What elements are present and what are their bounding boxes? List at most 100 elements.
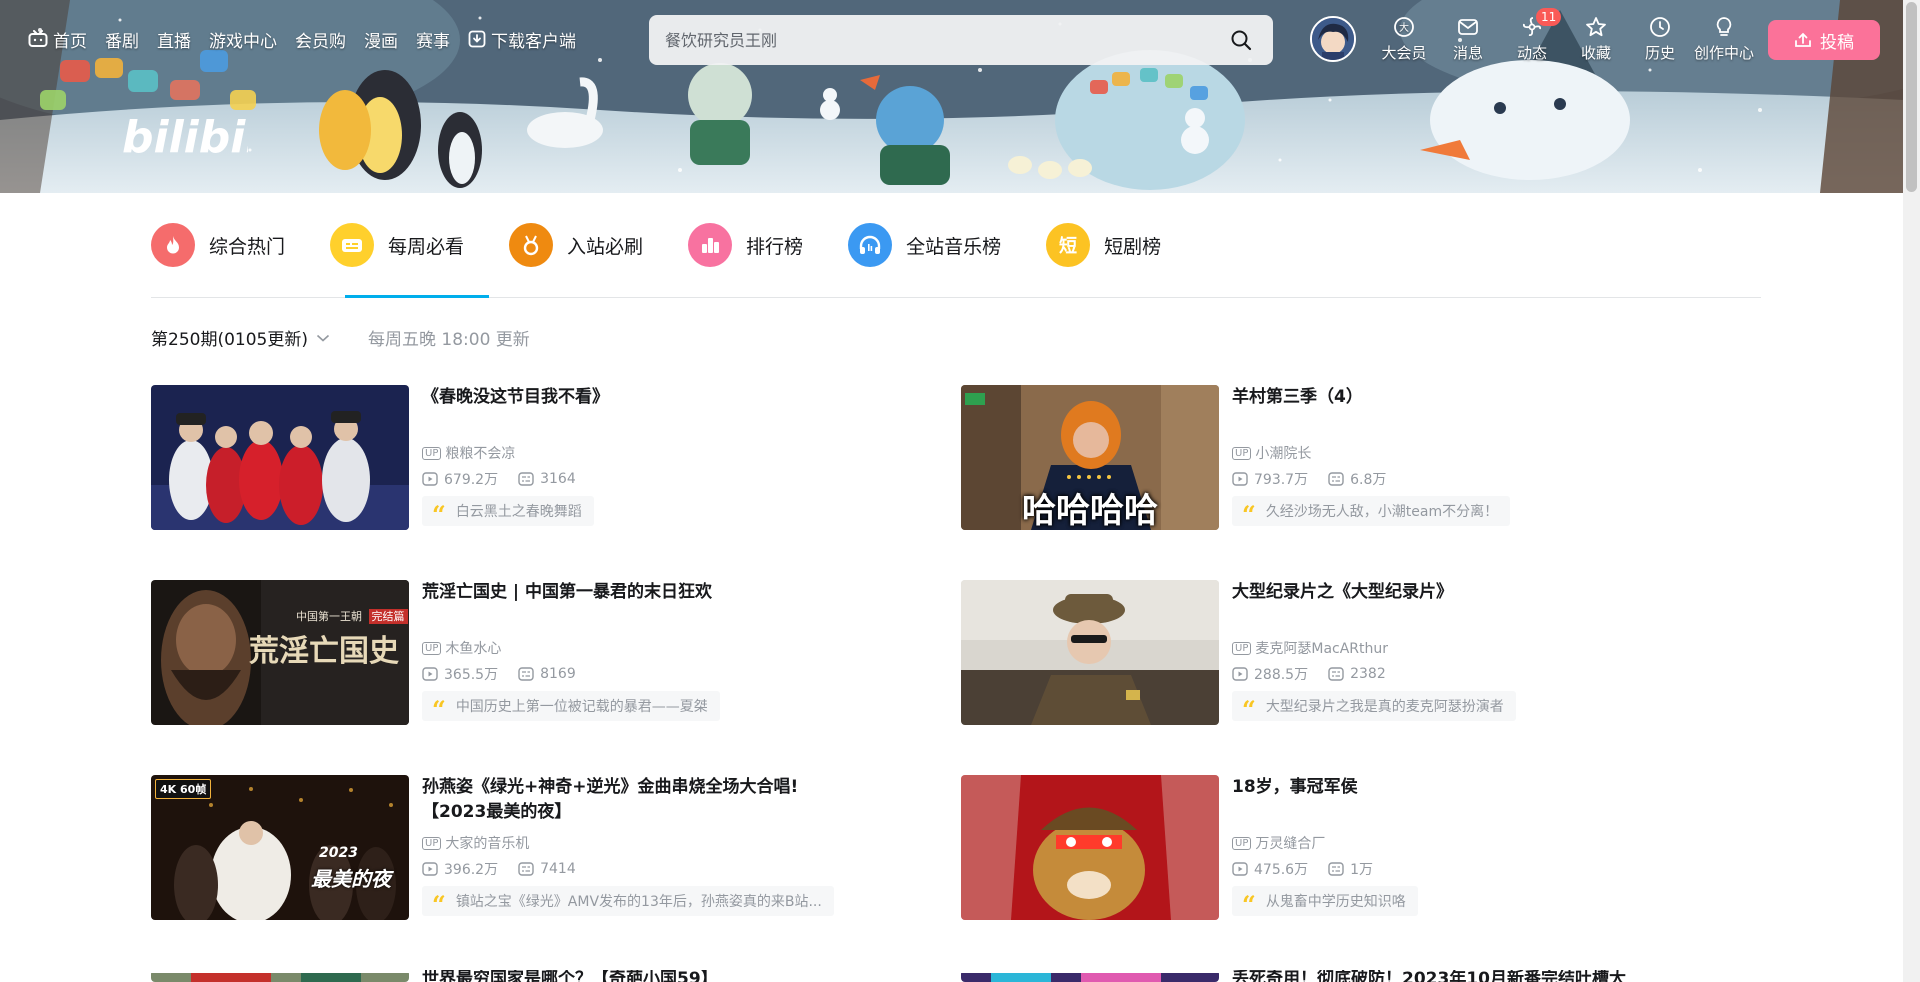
video-thumbnail[interactable] [151, 385, 409, 530]
video-thumbnail[interactable]: 中国第一王朝 完结篇 荒淫亡国史 [151, 580, 409, 725]
issue-label: 第250期(0105更新) [151, 330, 308, 350]
nav-dynamics[interactable]: 11 动态 [1500, 8, 1564, 63]
tab-weekly[interactable]: 每周必看 [330, 219, 464, 271]
video-info: 大型纪录片之《大型纪录片》 UP 麦克阿瑟MacARthur 288.5万 238… [1232, 580, 1721, 726]
upload-button[interactable]: 投稿 [1768, 20, 1880, 60]
video-stats: 475.6万 1万 [1232, 859, 1418, 879]
avatar[interactable] [1310, 16, 1356, 62]
scrollbar-thumb[interactable] [1906, 2, 1917, 192]
video-card[interactable]: 中国第一王朝 完结篇 荒淫亡国史 荒淫亡国史 | 中国第一暴君的末日狂欢 UP 木… [151, 580, 911, 726]
view-count-value: 475.6万 [1254, 862, 1309, 878]
video-title[interactable]: 世界最穷国家是哪个？【奇葩小国59】 [422, 970, 822, 982]
play-icon [422, 862, 438, 876]
medal-icon [509, 223, 554, 267]
tab-popular[interactable]: 综合热门 [151, 219, 285, 271]
quote-icon: “ [1242, 695, 1256, 724]
recommend-reason: “ 从鬼畜中学历史知识咯 [1232, 886, 1418, 919]
uploader[interactable]: UP 小潮院长 [1232, 443, 1510, 463]
video-thumbnail[interactable]: 哈哈哈哈 [961, 385, 1219, 530]
view-count: 475.6万 [1232, 859, 1308, 879]
nav-messages-label: 消息 [1452, 44, 1483, 62]
video-title[interactable]: 孙燕姿《绿光+神奇+逆光》金曲串烧全场大合唱!【2023最美的夜】 [422, 775, 822, 825]
video-stats: 793.7万 6.8万 [1232, 469, 1510, 489]
video-thumbnail[interactable]: 4K 60帧 2023 最美的夜 [151, 775, 409, 920]
nav-item-esports[interactable]: 赛事 [416, 27, 450, 52]
nav-item-game-center[interactable]: 游戏中心 [209, 27, 277, 52]
bulb-icon [1716, 17, 1732, 36]
video-stats: 365.5万 8169 [422, 664, 720, 684]
danmaku-icon [1328, 862, 1344, 876]
video-title[interactable]: 荒淫亡国史 | 中国第一暴君的末日狂欢 [422, 580, 822, 605]
uploader-name: 木鱼水心 [445, 641, 502, 657]
tab-label: 综合热门 [209, 235, 286, 258]
video-title[interactable]: 18岁，事冠军侯 [1232, 775, 1632, 800]
play-icon [422, 667, 438, 681]
nav-item-live[interactable]: 直播 [157, 27, 191, 52]
issue-selector[interactable]: 第250期(0105更新) [151, 325, 330, 350]
nav-item-member-shop[interactable]: 会员购 [295, 27, 346, 52]
danmaku-count-value: 8169 [540, 666, 576, 682]
video-card[interactable]: 大型纪录片之《大型纪录片》 UP 麦克阿瑟MacARthur 288.5万 238… [961, 580, 1721, 726]
video-card[interactable]: 哈哈哈哈 羊村第三季（4） UP 小潮院长 793.7万 6.8万 “ 久经沙场无人… [961, 385, 1721, 531]
tab-must-watch[interactable]: 入站必刷 [509, 219, 643, 271]
video-title[interactable]: 《春晚没这节目我不看》 [422, 385, 822, 410]
nav-creator-center[interactable]: 创作中心 [1692, 14, 1756, 63]
video-card[interactable]: 4K 60帧 2023 最美的夜 孙燕姿《绿光+神奇+逆光》金曲串烧全场大合唱!… [151, 775, 911, 921]
video-title[interactable]: 羊村第三季（4） [1232, 385, 1632, 410]
chevron-down-icon [316, 334, 330, 342]
nav-item-manga[interactable]: 漫画 [364, 27, 398, 52]
video-thumbnail[interactable] [961, 970, 1219, 982]
thumbnail-image [151, 385, 409, 530]
page-scrollbar[interactable] [1903, 0, 1920, 982]
video-card[interactable]: 丢死奇用！彻底破防！2023年10月新番完结吐槽大总 [961, 970, 1721, 982]
video-card[interactable]: 世界最穷国家是哪个？【奇葩小国59】 [151, 970, 911, 982]
tab-ranking[interactable]: 排行榜 [688, 219, 803, 271]
uploader[interactable]: UP 万灵缝合厂 [1232, 833, 1418, 853]
video-card[interactable]: 《春晚没这节目我不看》 UP 粮粮不会凉 679.2万 3164 “ 白云黑土之春晚… [151, 385, 911, 531]
video-thumbnail[interactable] [961, 580, 1219, 725]
thumbnail-image [961, 775, 1219, 920]
video-title[interactable]: 丢死奇用！彻底破防！2023年10月新番完结吐槽大总 [1232, 970, 1632, 982]
period-row: 第250期(0105更新) 每周五晚 18:00 更新 [151, 325, 530, 350]
uploader[interactable]: UP 木鱼水心 [422, 638, 720, 658]
up-icon: UP [422, 446, 442, 460]
danmaku-icon [518, 667, 534, 681]
top-nav-right: 大 大会员 消息 11 动态 收藏 历史 创作中心 [1372, 8, 1756, 63]
uploader[interactable]: UP 粮粮不会凉 [422, 443, 596, 463]
search-bar [649, 15, 1273, 65]
nav-item-download[interactable]: 下载客户端 [468, 27, 576, 52]
up-icon: UP [1232, 446, 1252, 460]
nav-messages[interactable]: 消息 [1436, 14, 1500, 63]
uploader[interactable]: UP 大家的音乐机 [422, 833, 834, 853]
search-button[interactable] [1225, 24, 1257, 56]
quote-icon: “ [1242, 890, 1256, 919]
clock-icon [1650, 17, 1670, 37]
nav-item-label: 会员购 [295, 31, 346, 52]
view-count: 679.2万 [422, 469, 498, 489]
nav-item-anime[interactable]: 番剧 [105, 27, 139, 52]
bilibili-logo[interactable]: bilibili [118, 104, 248, 164]
uploader[interactable]: UP 麦克阿瑟MacARthur [1232, 638, 1516, 658]
active-tab-indicator [345, 295, 489, 298]
video-thumbnail[interactable] [961, 775, 1219, 920]
video-card[interactable]: 18岁，事冠军侯 UP 万灵缝合厂 475.6万 1万 “ 从鬼畜中学历史知识咯 [961, 775, 1721, 921]
upload-icon [1795, 32, 1811, 47]
tab-short-drama[interactable]: 短 短剧榜 [1046, 219, 1161, 271]
video-title[interactable]: 大型纪录片之《大型纪录片》 [1232, 580, 1632, 605]
view-count: 396.2万 [422, 859, 498, 879]
search-icon [1231, 30, 1252, 51]
nav-history[interactable]: 历史 [1628, 14, 1692, 63]
video-stats: 288.5万 2382 [1232, 664, 1516, 684]
short-icon: 短 [1046, 223, 1091, 267]
ticket-icon [330, 223, 375, 267]
nav-vip[interactable]: 大 大会员 [1372, 14, 1436, 63]
uploader-name: 粮粮不会凉 [445, 446, 516, 462]
tab-music-chart[interactable]: 全站音乐榜 [848, 219, 1001, 271]
search-input[interactable] [665, 30, 1225, 50]
nav-item-home[interactable]: 首页 [28, 27, 87, 52]
video-info: 荒淫亡国史 | 中国第一暴君的末日狂欢 UP 木鱼水心 365.5万 8169 “… [422, 580, 911, 726]
video-info: 丢死奇用！彻底破防！2023年10月新番完结吐槽大总 [1232, 970, 1721, 982]
video-thumbnail[interactable] [151, 970, 409, 982]
danmaku-count-value: 7414 [540, 861, 576, 877]
nav-favorites[interactable]: 收藏 [1564, 14, 1628, 63]
